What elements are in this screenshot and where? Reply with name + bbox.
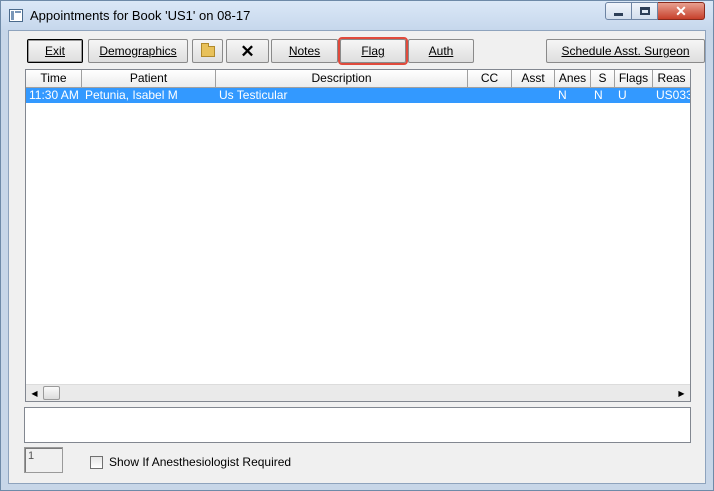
cell-asst xyxy=(512,88,555,103)
cell-anes: N xyxy=(558,88,567,102)
notes-label: Notes xyxy=(288,44,321,58)
column-header-time[interactable]: Time xyxy=(26,70,82,87)
title-bar: Appointments for Book 'US1' on 08-17 ✕ xyxy=(1,1,713,30)
column-header-s[interactable]: S xyxy=(591,70,615,87)
folder-icon xyxy=(200,42,215,57)
close-button[interactable]: ✕ xyxy=(658,2,705,20)
auth-button[interactable]: Auth xyxy=(408,39,474,63)
cell-description: Us Testicular xyxy=(219,88,288,102)
exit-button[interactable]: Exit xyxy=(27,39,83,63)
cell-cc xyxy=(468,88,512,103)
schedule-asst-surgeon-button[interactable]: Schedule Asst. Surgeon xyxy=(546,39,705,63)
appointments-window: Appointments for Book 'US1' on 08-17 ✕ E… xyxy=(0,0,714,491)
anesthesiologist-required-label[interactable]: Show If Anesthesiologist Required xyxy=(109,455,291,469)
anesthesiologist-required-checkbox[interactable] xyxy=(90,455,103,469)
scroll-left-arrow-icon[interactable]: ◀ xyxy=(26,385,43,401)
column-header-anes[interactable]: Anes xyxy=(555,70,591,87)
flag-button[interactable]: Flag xyxy=(338,37,408,65)
column-header-flags[interactable]: Flags xyxy=(615,70,653,87)
delete-button[interactable]: ✕ xyxy=(226,39,269,63)
column-header-description[interactable]: Description xyxy=(216,70,468,87)
maximize-button[interactable] xyxy=(632,2,658,20)
scrollbar-thumb[interactable] xyxy=(43,386,60,400)
table-row[interactable]: 11:30 AM Petunia, Isabel M Us Testicular… xyxy=(26,88,690,103)
horizontal-scrollbar[interactable]: ◀ ▶ xyxy=(26,384,690,401)
open-folder-button[interactable] xyxy=(192,39,223,63)
column-header-reas[interactable]: Reas xyxy=(653,70,690,87)
cell-s: N xyxy=(594,88,603,102)
anesthesiologist-required-option[interactable]: Show If Anesthesiologist Required xyxy=(90,455,291,469)
appointments-grid[interactable]: Time Patient Description CC Asst Anes S … xyxy=(25,69,691,402)
scroll-right-arrow-icon[interactable]: ▶ xyxy=(673,385,690,401)
flag-label: Flag xyxy=(361,44,385,58)
grid-header: Time Patient Description CC Asst Anes S … xyxy=(26,70,690,88)
schedule-asst-surgeon-label: Schedule Asst. Surgeon xyxy=(561,44,690,58)
minimize-button[interactable] xyxy=(605,2,632,20)
app-icon xyxy=(9,9,23,22)
demographics-label: Demographics xyxy=(99,44,177,58)
cell-reas: US033 xyxy=(656,88,690,102)
delete-x-icon: ✕ xyxy=(240,41,255,61)
minimize-icon xyxy=(614,12,623,16)
exit-label: Exit xyxy=(44,44,65,58)
maximize-icon xyxy=(639,7,650,15)
demographics-button[interactable]: Demographics xyxy=(88,39,188,63)
window-client-area: Exit Demographics ✕ Notes Flag Auth Sche… xyxy=(8,30,706,484)
close-icon: ✕ xyxy=(675,3,687,19)
column-header-patient[interactable]: Patient xyxy=(82,70,216,87)
cell-time: 11:30 AM xyxy=(29,88,79,102)
column-header-asst[interactable]: Asst xyxy=(512,70,555,87)
cell-flags: U xyxy=(618,88,627,102)
window-title: Appointments for Book 'US1' on 08-17 xyxy=(30,8,251,23)
column-header-cc[interactable]: CC xyxy=(468,70,512,87)
record-count-field: 1 xyxy=(24,447,63,473)
auth-label: Auth xyxy=(428,44,454,58)
notes-button[interactable]: Notes xyxy=(271,39,338,63)
cell-patient: Petunia, Isabel M xyxy=(85,88,178,102)
notes-memo-field[interactable] xyxy=(24,407,691,443)
